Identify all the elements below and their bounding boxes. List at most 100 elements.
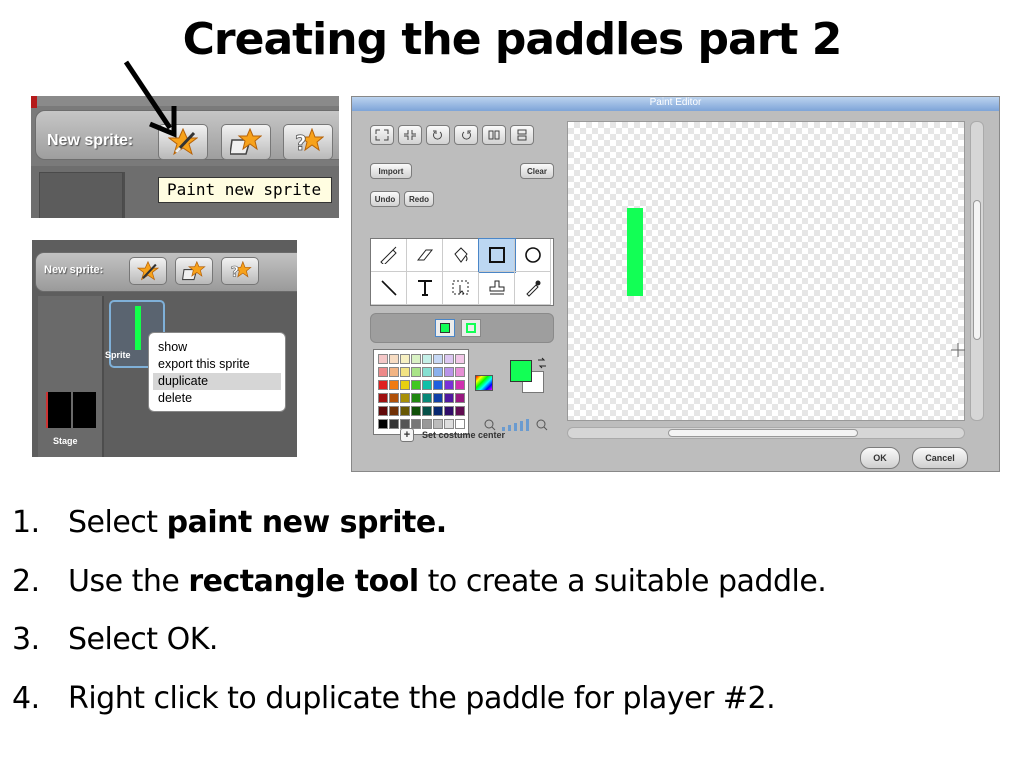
rotate-left-icon — [433, 130, 442, 140]
step-number: 2. — [12, 563, 40, 599]
flip-vertical-button[interactable] — [510, 125, 534, 145]
undo-button[interactable]: Undo — [370, 191, 400, 207]
color-swatch[interactable] — [422, 393, 432, 403]
zoom-in-canvas-button[interactable] — [370, 125, 394, 145]
vertical-scrollbar[interactable] — [970, 121, 984, 421]
color-swatch[interactable] — [411, 406, 421, 416]
color-swatch[interactable] — [433, 380, 443, 390]
color-swatch[interactable] — [378, 367, 388, 377]
color-swatch[interactable] — [444, 380, 454, 390]
step-text-tail: to create a suitable paddle. — [418, 563, 827, 599]
paint-canvas[interactable] — [567, 121, 965, 421]
stamp-icon — [489, 280, 504, 295]
rectangle-icon — [488, 247, 505, 263]
color-swatch[interactable] — [433, 354, 443, 364]
color-swatch[interactable] — [422, 367, 432, 377]
horizontal-scroll-thumb[interactable] — [668, 429, 858, 437]
rotate-left-button[interactable] — [426, 125, 450, 145]
eraser-tool[interactable] — [407, 239, 443, 272]
color-swatch[interactable] — [389, 406, 399, 416]
color-swatch[interactable] — [422, 406, 432, 416]
paintbrush-tool[interactable] — [371, 239, 407, 272]
color-swatch[interactable] — [444, 367, 454, 377]
paint-star-icon — [137, 261, 159, 281]
paint-editor-screenshot: Paint Editor Import Clear Undo Redo + Se… — [351, 96, 1000, 472]
flip-horizontal-button[interactable] — [482, 125, 506, 145]
eraser-icon — [416, 249, 433, 261]
color-swatch[interactable] — [455, 393, 465, 403]
cancel-button[interactable]: Cancel — [912, 447, 968, 469]
color-swatch[interactable] — [389, 367, 399, 377]
redo-button[interactable]: Redo — [404, 191, 434, 207]
surprise-sprite-button[interactable]: ? — [221, 257, 259, 285]
color-swatch[interactable] — [378, 406, 388, 416]
color-swatch[interactable] — [411, 354, 421, 364]
stamp-tool[interactable] — [479, 272, 515, 305]
clear-button[interactable]: Clear — [520, 163, 554, 179]
select-tool[interactable] — [443, 272, 479, 305]
color-swatch[interactable] — [400, 393, 410, 403]
color-swatch[interactable] — [378, 380, 388, 390]
divider — [123, 172, 125, 218]
color-palette[interactable] — [373, 349, 469, 435]
ellipse-tool[interactable] — [515, 239, 551, 272]
color-swatch[interactable] — [389, 380, 399, 390]
color-swatch[interactable] — [422, 380, 432, 390]
stage-thumbnail[interactable] — [46, 392, 96, 428]
color-swatch[interactable] — [444, 354, 454, 364]
color-swatch[interactable] — [433, 367, 443, 377]
color-picker-gradient[interactable] — [475, 375, 493, 391]
choose-sprite-from-file-button[interactable] — [221, 124, 271, 160]
color-swatch[interactable] — [455, 380, 465, 390]
menu-item-duplicate[interactable]: duplicate — [153, 373, 281, 390]
color-swatch[interactable] — [455, 354, 465, 364]
horizontal-scrollbar[interactable] — [567, 427, 965, 439]
color-swatch[interactable] — [444, 393, 454, 403]
color-swatch[interactable] — [378, 393, 388, 403]
color-swatch[interactable] — [378, 419, 388, 429]
paint-new-sprite-button[interactable] — [129, 257, 167, 285]
color-swatch[interactable] — [400, 354, 410, 364]
color-swatch[interactable] — [411, 380, 421, 390]
ok-button[interactable]: OK — [860, 447, 900, 469]
color-swatch[interactable] — [422, 354, 432, 364]
swap-colors-icon[interactable] — [536, 357, 548, 369]
line-tool[interactable] — [371, 272, 407, 305]
rectangle-tool[interactable] — [478, 238, 516, 273]
color-swatch[interactable] — [455, 406, 465, 416]
import-button[interactable]: Import — [370, 163, 412, 179]
filled-rectangle-option[interactable] — [435, 319, 455, 337]
surprise-sprite-button[interactable]: ? — [283, 124, 333, 160]
color-swatch[interactable] — [400, 406, 410, 416]
color-swatch[interactable] — [378, 354, 388, 364]
color-swatch[interactable] — [389, 419, 399, 429]
color-swatch[interactable] — [411, 367, 421, 377]
color-swatch[interactable] — [389, 393, 399, 403]
color-swatch[interactable] — [400, 380, 410, 390]
rotate-right-button[interactable] — [454, 125, 478, 145]
color-swatch[interactable] — [455, 367, 465, 377]
color-swatch[interactable] — [389, 354, 399, 364]
color-swatch[interactable] — [433, 393, 443, 403]
menu-item-export-sprite[interactable]: export this sprite — [153, 356, 281, 373]
menu-item-show[interactable]: show — [153, 339, 281, 356]
fill-tool[interactable] — [443, 239, 479, 272]
menu-item-delete[interactable]: delete — [153, 390, 281, 407]
text-tool[interactable] — [407, 272, 443, 305]
rectangle-fill-options — [370, 313, 554, 343]
shrink-button[interactable] — [398, 125, 422, 145]
set-costume-center-button[interactable]: + Set costume center — [400, 428, 505, 442]
color-swatch[interactable] — [400, 367, 410, 377]
color-swatch[interactable] — [444, 406, 454, 416]
rotate-right-icon — [462, 130, 471, 140]
foreground-color-swatch[interactable] — [510, 360, 532, 382]
choose-sprite-from-file-button[interactable] — [175, 257, 213, 285]
color-swatch[interactable] — [433, 406, 443, 416]
stage-label: Stage — [53, 436, 78, 446]
paint-editor-left-panel: Import Clear Undo Redo — [362, 117, 558, 467]
fill-bucket-icon — [453, 247, 468, 263]
color-swatch[interactable] — [411, 393, 421, 403]
outline-rectangle-option[interactable] — [461, 319, 481, 337]
vertical-scroll-thumb[interactable] — [973, 200, 981, 340]
eyedropper-tool[interactable] — [515, 272, 551, 305]
